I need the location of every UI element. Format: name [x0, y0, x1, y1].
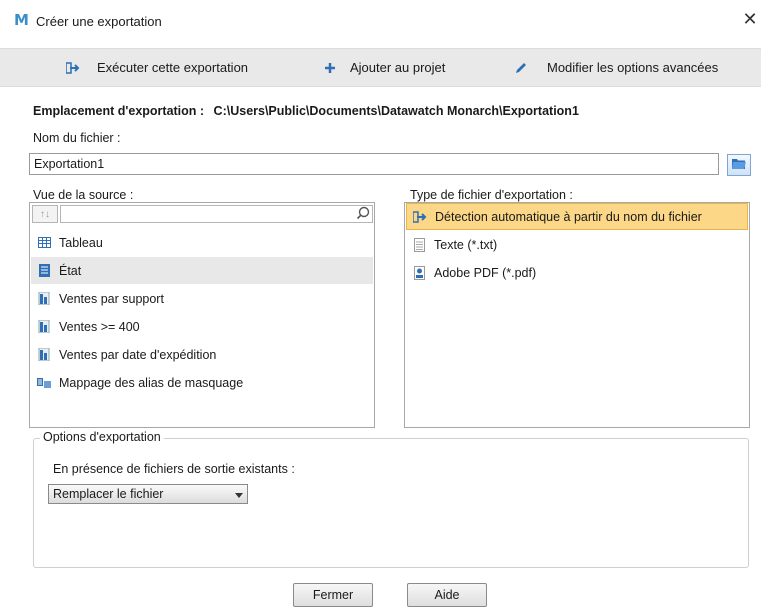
export-options-title: Options d'exportation — [40, 430, 164, 444]
text-file-icon — [412, 237, 426, 252]
source-view-panel: ↑↓ Tableau État Ventes par support Vente… — [29, 202, 375, 428]
filetype-item-pdf[interactable]: Adobe PDF (*.pdf) — [406, 259, 748, 286]
filetype-label: Type de fichier d'exportation : — [410, 188, 573, 202]
filetype-item-label: Adobe PDF (*.pdf) — [434, 265, 537, 280]
run-export-button[interactable]: Exécuter cette exportation — [65, 49, 248, 86]
edit-advanced-options-label: Modifier les options avancées — [547, 60, 719, 75]
filetype-item-label: Texte (*.txt) — [434, 237, 498, 252]
edit-advanced-options-button[interactable]: Modifier les options avancées — [513, 49, 718, 86]
source-item-tableau[interactable]: Tableau — [31, 229, 373, 256]
report-icon — [37, 264, 51, 278]
help-button[interactable]: Aide — [407, 583, 487, 607]
source-item-etat[interactable]: État — [31, 257, 373, 284]
source-item-label: Tableau — [59, 235, 103, 250]
folder-icon — [731, 157, 747, 173]
summary-icon — [37, 348, 51, 362]
existing-files-value: Remplacer le fichier — [53, 487, 164, 501]
source-item-label: Ventes par support — [59, 291, 164, 306]
export-location: Emplacement d'exportation : C:\Users\Pub… — [33, 104, 579, 118]
source-item-ventes-par-support[interactable]: Ventes par support — [31, 285, 373, 312]
search-icon[interactable] — [356, 206, 372, 222]
source-item-label: Ventes >= 400 — [59, 319, 140, 334]
monarch-logo-icon: M — [14, 11, 29, 29]
close-button[interactable]: Fermer — [293, 583, 373, 607]
filename-field[interactable]: Exportation1 — [29, 153, 719, 175]
source-item-label: Ventes par date d'expédition — [59, 347, 217, 362]
source-item-ventes-par-date[interactable]: Ventes par date d'expédition — [31, 341, 373, 368]
filetype-panel: Détection automatique à partir du nom du… — [404, 202, 750, 428]
pdf-file-icon — [412, 265, 426, 280]
source-item-mappage-alias[interactable]: Mappage des alias de masquage — [31, 369, 373, 396]
summary-icon — [37, 292, 51, 306]
existing-files-select[interactable]: Remplacer le fichier — [48, 484, 248, 504]
run-export-label: Exécuter cette exportation — [97, 60, 249, 75]
filetype-item-auto[interactable]: Détection automatique à partir du nom du… — [406, 203, 748, 230]
sort-arrows-icon: ↑↓ — [40, 208, 50, 220]
run-export-icon — [65, 60, 81, 76]
window-title: Créer une exportation — [36, 14, 162, 29]
pencil-icon — [513, 60, 529, 76]
export-location-label: Emplacement d'exportation : — [33, 104, 205, 118]
source-view-label: Vue de la source : — [33, 188, 134, 202]
export-location-path: C:\Users\Public\Documents\Datawatch Mona… — [213, 104, 579, 118]
source-item-ventes-400[interactable]: Ventes >= 400 — [31, 313, 373, 340]
filetype-item-text[interactable]: Texte (*.txt) — [406, 231, 748, 258]
source-search-input[interactable] — [60, 205, 373, 223]
alias-map-icon — [37, 376, 51, 390]
sort-toggle-button[interactable]: ↑↓ — [32, 205, 58, 223]
plus-icon — [322, 60, 338, 76]
filetype-item-label: Détection automatique à partir du nom du… — [435, 209, 702, 224]
toolbar: Exécuter cette exportation Ajouter au pr… — [0, 48, 761, 87]
auto-detect-icon — [413, 210, 427, 224]
close-window-button[interactable]: ✕ — [740, 10, 760, 30]
dropdown-arrow-icon — [235, 487, 243, 501]
table-icon — [37, 236, 51, 250]
existing-files-label: En présence de fichiers de sortie exista… — [53, 462, 295, 476]
browse-folder-button[interactable] — [727, 154, 751, 176]
filename-label: Nom du fichier : — [33, 131, 121, 145]
source-item-label: Mappage des alias de masquage — [59, 375, 244, 390]
summary-icon — [37, 320, 51, 334]
source-item-label: État — [59, 263, 82, 278]
add-to-project-button[interactable]: Ajouter au projet — [322, 49, 445, 86]
add-to-project-label: Ajouter au projet — [350, 60, 446, 75]
